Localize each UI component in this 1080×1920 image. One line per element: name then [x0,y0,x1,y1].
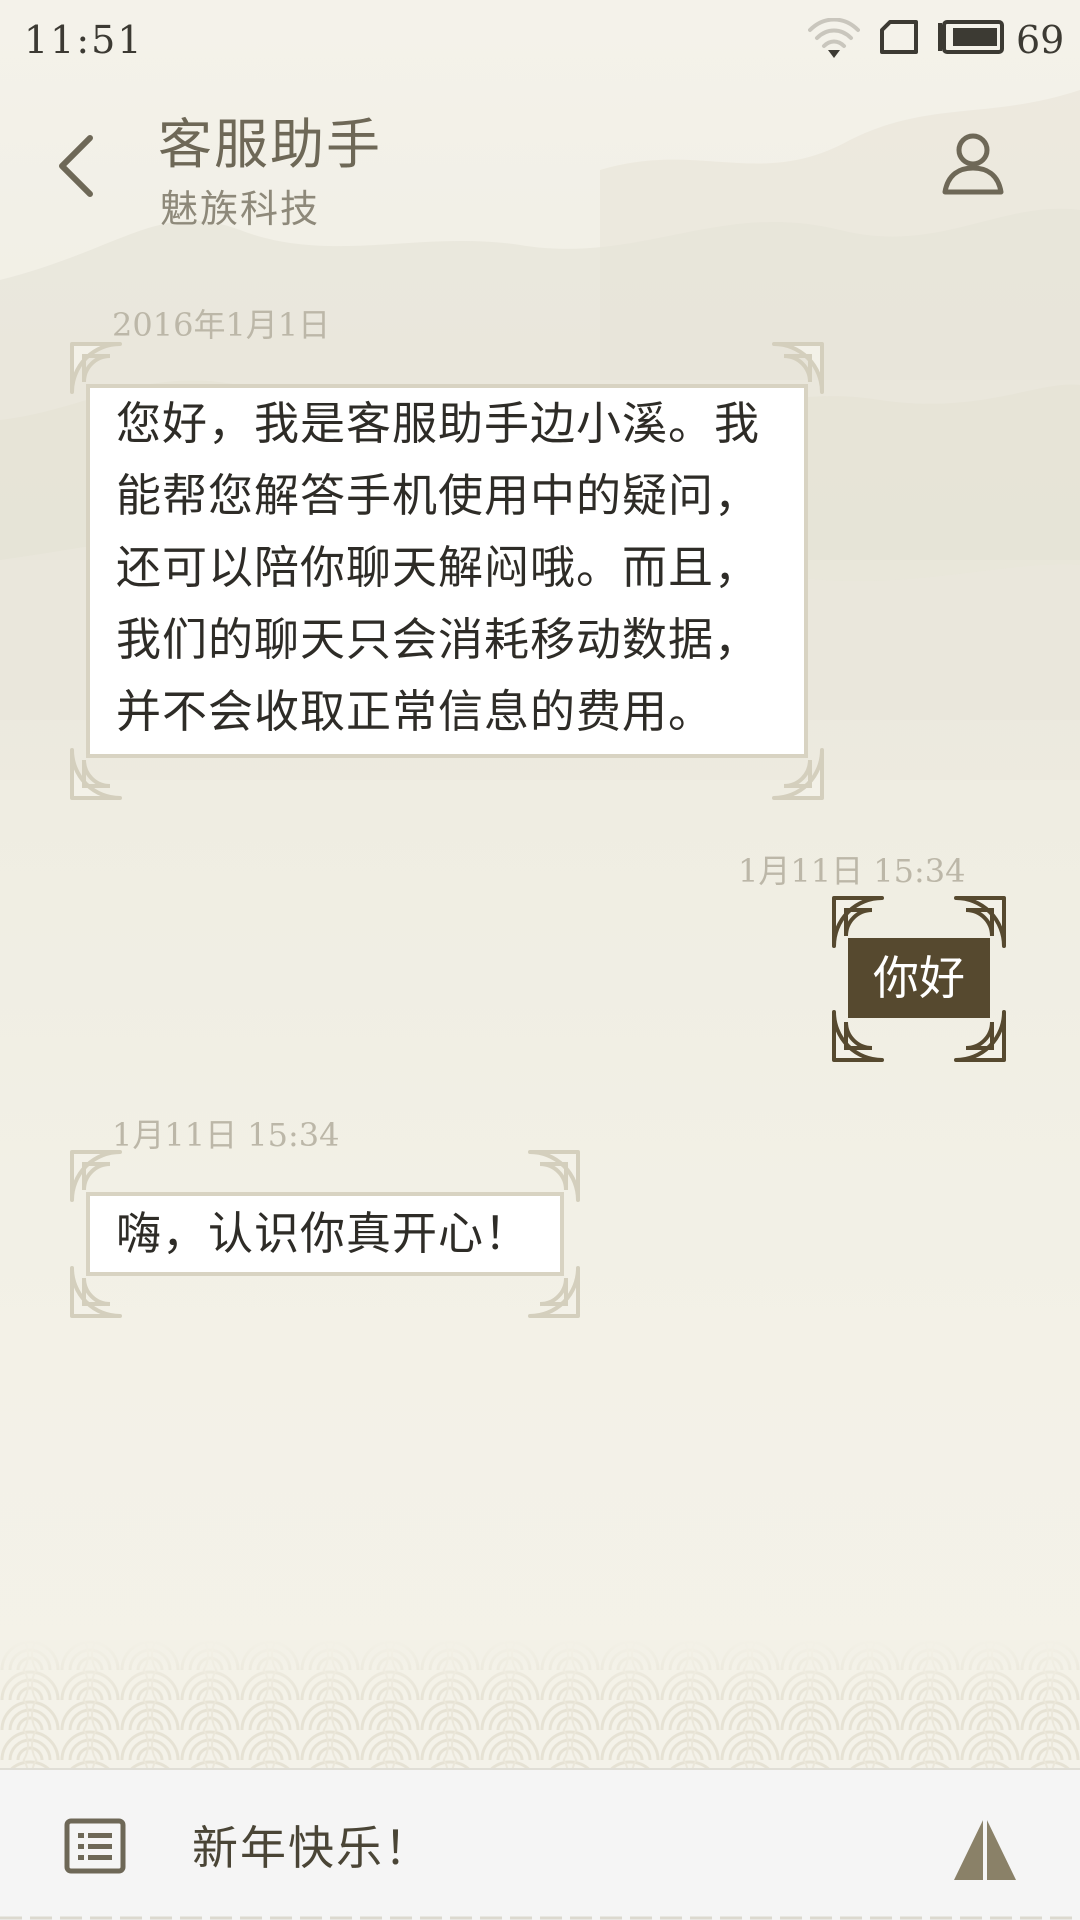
battery-percent: 69 [1016,18,1065,62]
menu-button[interactable] [64,1818,126,1874]
message-text-line: 您好，我是客服助手边小溪。我 [116,397,761,450]
back-button[interactable] [50,128,110,208]
user-icon [942,133,1004,195]
list-icon [64,1818,126,1874]
message-bubble-incoming[interactable]: 嗨，认识你真开心！ [86,1192,564,1276]
message-text-line: 我们的聊天只会消耗移动数据， [116,613,761,666]
chat-title: 客服助手 [158,113,382,176]
message-timestamp: 2016年1月1日 [112,306,331,344]
status-bar: 11:51 69 [0,0,1080,82]
chevron-left-icon [59,135,93,197]
input-bar [0,1768,1080,1920]
message-timestamp: 1月11日 15:34 [738,852,966,890]
message-text-line: 并不会收取正常信息的费用。 [116,685,715,738]
message-bubble-outgoing[interactable]: 你好 [848,938,990,1018]
send-button[interactable] [950,1812,1020,1884]
wave-pattern-decoration [0,1640,1080,1770]
message-bubble-incoming[interactable]: 您好，我是客服助手边小溪。我 能帮您解答手机使用中的疑问， 还可以陪你聊天解闷哦… [86,384,808,758]
message-input[interactable] [192,1810,892,1880]
wifi-icon [808,18,860,58]
chat-subtitle: 魅族科技 [160,187,321,231]
battery-icon [938,20,1004,54]
sim-card-icon [880,20,918,54]
status-time: 11:51 [24,18,144,62]
message-text-line: 能帮您解答手机使用中的疑问， [116,469,761,522]
message-text-line: 嗨，认识你真开心！ [116,1207,531,1260]
message-text-line: 还可以陪你聊天解闷哦。而且， [116,541,761,594]
send-icon [954,1816,1016,1880]
chat-screen: 11:51 69 客服助手 魅族科技 2016年1月1日 您好，我是客服助手边小… [0,0,1080,1920]
bottom-edge-decoration [0,1916,1080,1920]
contact-profile-button[interactable] [940,130,1006,200]
message-text-line: 你好 [873,951,965,1005]
message-timestamp: 1月11日 15:34 [112,1116,340,1154]
